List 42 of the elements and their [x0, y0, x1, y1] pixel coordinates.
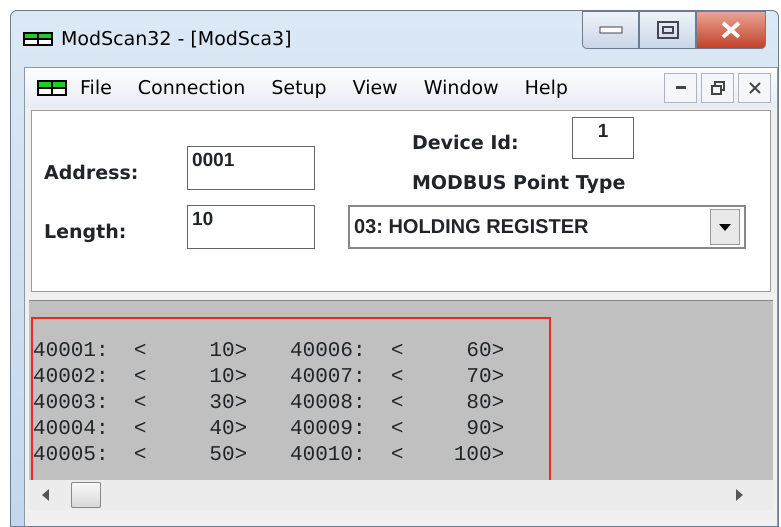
menu-item[interactable]: Help [512, 74, 581, 102]
close-button[interactable] [696, 11, 766, 49]
register-value: 40002: < 10> [33, 365, 248, 391]
document-icon [37, 80, 67, 96]
register-value: 40007: < 70> [290, 365, 506, 391]
menu-item[interactable]: File [67, 74, 125, 102]
device-id-label: Device Id: [412, 131, 519, 156]
address-label: Address: [44, 161, 138, 186]
restore-button[interactable] [701, 73, 734, 103]
minimize-icon [598, 26, 622, 34]
register-value: 40009: < 90> [290, 417, 506, 443]
device-id-field[interactable]: 1 [572, 117, 634, 159]
scroll-right-icon[interactable] [734, 489, 744, 501]
scrollbar-thumb[interactable] [71, 482, 101, 508]
minimize-button[interactable] [664, 73, 697, 103]
register-value: 40006: < 60> [290, 339, 506, 365]
menu-item[interactable]: Window [410, 74, 512, 102]
length-field[interactable]: 10 [187, 205, 315, 249]
menu-item[interactable]: Setup [258, 74, 340, 102]
register-value: 40003: < 30> [33, 391, 248, 417]
maximize-icon [656, 21, 678, 39]
register-value: 40001: < 10> [33, 339, 248, 365]
maximize-button[interactable] [639, 11, 696, 49]
point-type-label: MODBUS Point Type [412, 171, 626, 196]
window-title: ModScan32 - [ModSca3] [61, 26, 292, 52]
close-button[interactable] [738, 73, 771, 103]
restore-icon [710, 81, 724, 95]
menu-item[interactable]: Connection [124, 74, 258, 102]
address-field[interactable]: 0001 [187, 146, 315, 190]
app-icon [23, 30, 53, 48]
point-type-dropdown[interactable]: 03: HOLDING REGISTER [348, 205, 746, 249]
register-value: 40008: < 80> [290, 391, 506, 417]
minimize-icon [676, 86, 686, 90]
close-icon [720, 21, 742, 39]
register-value: 40010: < 100> [290, 443, 506, 469]
register-value: 40004: < 40> [33, 417, 248, 443]
close-icon [748, 82, 760, 94]
minimize-button[interactable] [582, 11, 639, 49]
register-value: 40005: < 50> [33, 443, 248, 469]
scroll-left-icon[interactable] [41, 489, 51, 501]
menu-item[interactable]: View [340, 74, 411, 102]
length-label: Length: [44, 220, 126, 245]
